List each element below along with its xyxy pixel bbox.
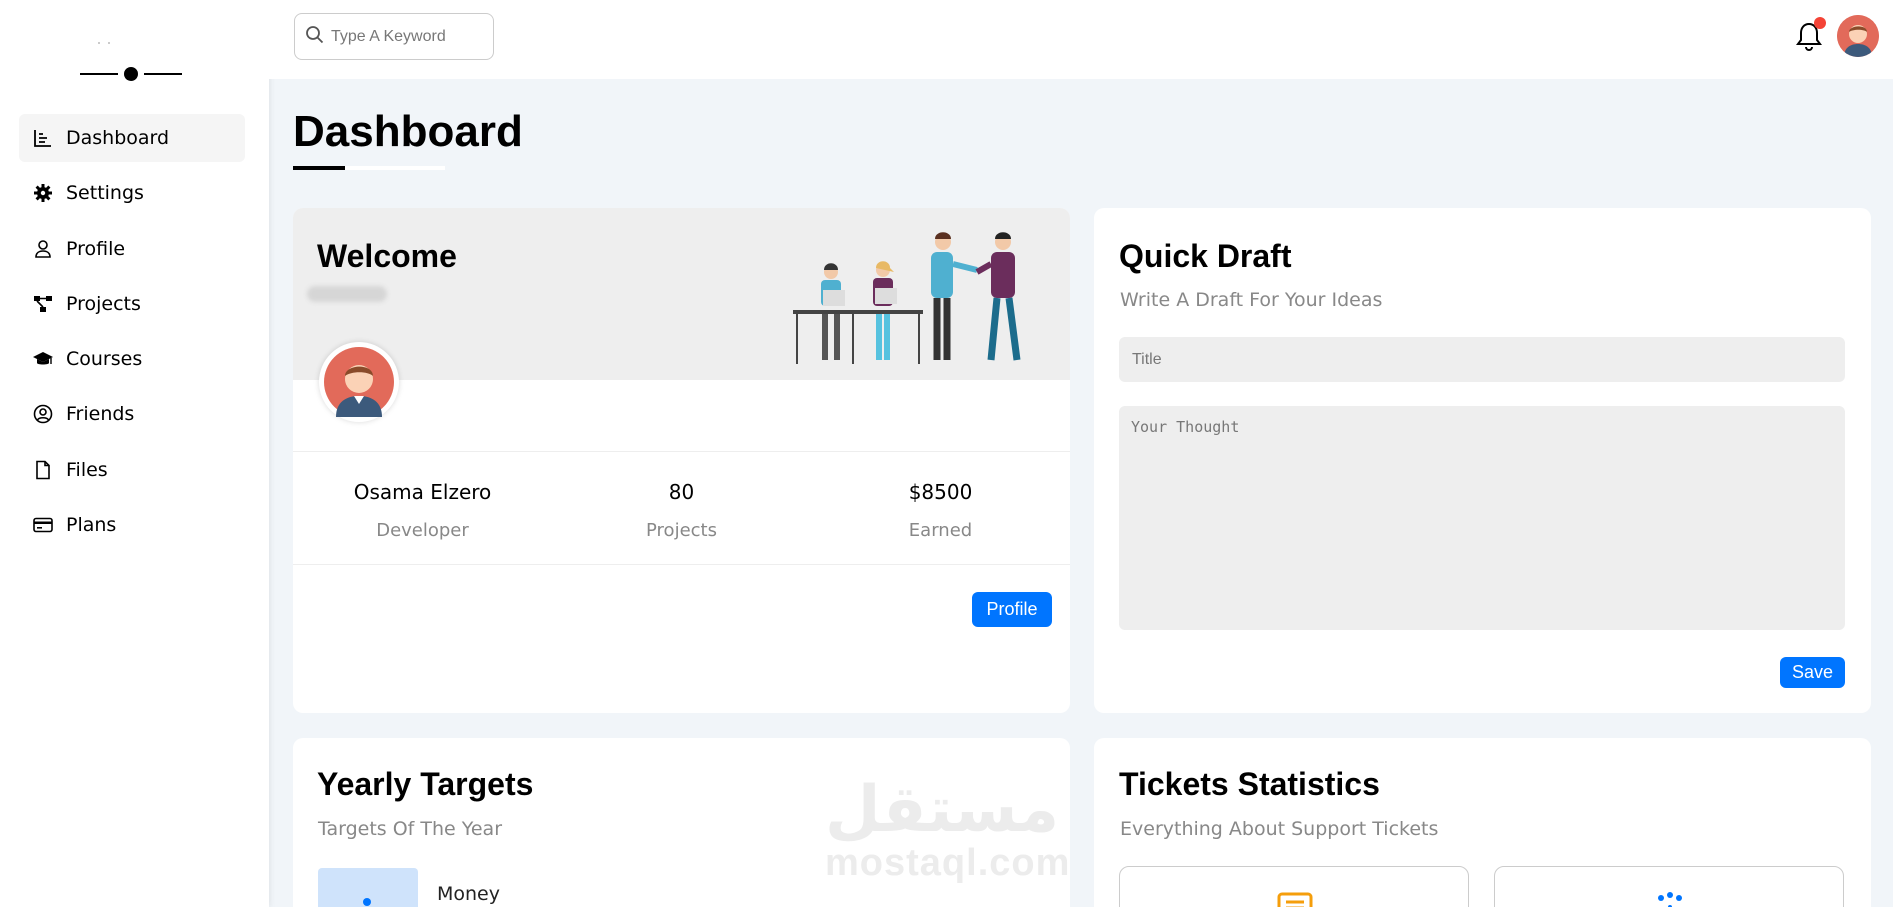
credit-card-icon bbox=[32, 514, 54, 536]
stat-label: Earned bbox=[908, 520, 973, 541]
gear-icon bbox=[32, 182, 54, 204]
welcome-card: Welcome Osama Elzero Developer 80 Projec… bbox=[293, 208, 1070, 713]
file-icon bbox=[32, 459, 54, 481]
sidebar-item-profile[interactable]: Profile bbox=[19, 225, 245, 273]
sidebar-item-friends[interactable]: Friends bbox=[19, 390, 245, 438]
avatar-image bbox=[1837, 15, 1879, 57]
stat-earned: $8500 Earned bbox=[811, 452, 1070, 564]
yearly-title: Yearly Targets bbox=[317, 766, 534, 802]
stat-value: $8500 bbox=[908, 480, 973, 504]
user-avatar[interactable] bbox=[1837, 15, 1879, 57]
sidebar-item-settings[interactable]: Settings bbox=[19, 169, 245, 217]
sidebar-item-projects[interactable]: Projects bbox=[19, 280, 245, 328]
title-underline bbox=[293, 166, 445, 170]
sidebar-nav: Dashboard Settings Profile Projects Cour… bbox=[19, 114, 245, 556]
money-label: Money bbox=[437, 883, 500, 905]
search-box[interactable] bbox=[294, 13, 494, 60]
notification-badge bbox=[1814, 17, 1826, 29]
page-title: Dashboard bbox=[293, 107, 523, 156]
sidebar-item-dashboard[interactable]: Dashboard bbox=[19, 114, 245, 162]
welcome-stats: Osama Elzero Developer 80 Projects $8500… bbox=[293, 451, 1070, 565]
welcome-banner: Welcome bbox=[293, 208, 1070, 380]
tickets-subtitle: Everything About Support Tickets bbox=[1120, 818, 1439, 840]
sidebar-item-files[interactable]: Files bbox=[19, 446, 245, 494]
blurred-name bbox=[307, 286, 387, 302]
chart-line-icon bbox=[32, 127, 54, 149]
yearly-subtitle: Targets Of The Year bbox=[318, 818, 503, 840]
circle-user-icon bbox=[32, 403, 54, 425]
draft-title-input[interactable] bbox=[1119, 337, 1845, 382]
sidebar-item-label: Plans bbox=[66, 514, 117, 537]
sidebar: Dashboard Settings Profile Projects Cour… bbox=[0, 0, 269, 907]
yearly-targets-card: مستقل mostaql.com Yearly Targets Targets… bbox=[293, 738, 1070, 907]
sidebar-item-courses[interactable]: Courses bbox=[19, 335, 245, 383]
profile-avatar bbox=[319, 342, 399, 422]
spinner-icon bbox=[1658, 892, 1682, 907]
ticket-stat-box bbox=[1494, 866, 1844, 907]
watermark: مستقل mostaql.com bbox=[825, 773, 1070, 884]
sidebar-item-label: Friends bbox=[66, 403, 135, 426]
rectangle-list-icon bbox=[1277, 892, 1313, 907]
top-header bbox=[269, 0, 1893, 79]
notification-bell[interactable] bbox=[1794, 17, 1826, 54]
diagram-project-icon bbox=[32, 293, 54, 315]
draft-title: Quick Draft bbox=[1119, 238, 1292, 274]
team-illustration bbox=[793, 232, 1021, 364]
quick-draft-card: Quick Draft Write A Draft For Your Ideas… bbox=[1094, 208, 1871, 713]
save-button[interactable]: Save bbox=[1780, 657, 1845, 688]
dollar-icon bbox=[363, 898, 371, 906]
graduation-cap-icon bbox=[32, 348, 54, 370]
stat-value: Osama Elzero bbox=[353, 480, 492, 504]
stat-label: Projects bbox=[646, 520, 717, 541]
sidebar-item-label: Projects bbox=[66, 292, 141, 315]
sidebar-item-label: Settings bbox=[66, 182, 144, 205]
draft-subtitle: Write A Draft For Your Ideas bbox=[1120, 289, 1383, 311]
profile-button[interactable]: Profile bbox=[972, 592, 1052, 627]
welcome-title: Welcome bbox=[317, 238, 457, 274]
stat-label: Developer bbox=[376, 520, 469, 541]
stat-projects: 80 Projects bbox=[552, 452, 811, 564]
stat-name: Osama Elzero Developer bbox=[293, 452, 552, 564]
ticket-stat-box bbox=[1119, 866, 1469, 907]
sidebar-item-label: Files bbox=[66, 458, 108, 481]
logo bbox=[80, 42, 182, 86]
search-icon bbox=[305, 25, 331, 49]
stat-value: 80 bbox=[668, 480, 695, 504]
sidebar-item-label: Profile bbox=[66, 237, 126, 260]
sidebar-item-label: Dashboard bbox=[66, 127, 170, 149]
tickets-title: Tickets Statistics bbox=[1119, 766, 1380, 802]
search-input[interactable] bbox=[331, 27, 481, 46]
money-icon-box bbox=[318, 868, 418, 907]
user-icon bbox=[32, 238, 54, 260]
draft-thought-textarea[interactable] bbox=[1119, 406, 1845, 630]
tickets-statistics-card: Tickets Statistics Everything About Supp… bbox=[1094, 738, 1871, 907]
sidebar-item-plans[interactable]: Plans bbox=[19, 501, 245, 549]
sidebar-item-label: Courses bbox=[66, 348, 143, 371]
